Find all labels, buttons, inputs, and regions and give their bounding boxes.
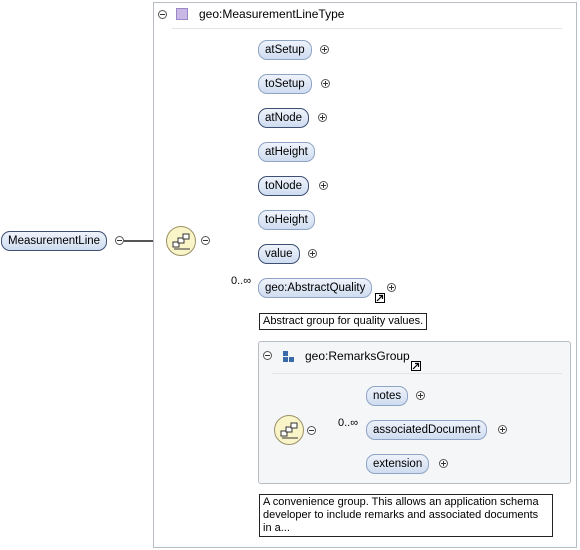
complex-type-title: geo:MeasurementLineType: [199, 7, 345, 21]
element-atnode[interactable]: atNode: [258, 108, 310, 128]
remarks-sequence-collapse-icon[interactable]: [307, 426, 316, 435]
reference-arrow-icon: [375, 293, 385, 303]
element-tonode[interactable]: toNode: [258, 176, 310, 196]
element-value[interactable]: value: [258, 244, 300, 264]
abstract-quality-expand-icon[interactable]: [387, 283, 396, 292]
measurement-line-element[interactable]: MeasurementLine: [1, 231, 108, 251]
tosetup-expand-icon[interactable]: [321, 79, 330, 88]
element-extension[interactable]: extension: [366, 454, 430, 474]
extension-expand-icon[interactable]: [439, 459, 448, 468]
associated-document-cardinality: 0..∞: [338, 417, 359, 429]
sequence-icon: [280, 422, 298, 439]
element-toheight[interactable]: toHeight: [258, 210, 315, 230]
abstract-quality-cardinality: 0..∞: [231, 275, 252, 287]
group-reference-arrow-icon: [411, 361, 421, 371]
element-notes[interactable]: notes: [366, 386, 409, 406]
value-expand-icon[interactable]: [308, 249, 317, 258]
remarks-group-collapse-icon[interactable]: [263, 351, 272, 360]
remarks-group-header-divider: [272, 373, 562, 374]
complex-type-icon: [176, 8, 188, 20]
sequence-collapse-icon[interactable]: [201, 236, 210, 245]
remarks-sequence-compositor[interactable]: [274, 415, 304, 445]
complex-type-header-divider: [172, 28, 562, 29]
element-tosetup[interactable]: toSetup: [258, 74, 312, 94]
complex-type-collapse-icon[interactable]: [158, 10, 167, 19]
measurement-line-collapse-icon[interactable]: [115, 236, 124, 245]
remarks-group-annotation: A convenience group. This allows an appl…: [259, 494, 553, 537]
notes-expand-icon[interactable]: [416, 391, 425, 400]
element-associated-document[interactable]: associatedDocument: [366, 420, 488, 440]
tonode-expand-icon[interactable]: [319, 181, 328, 190]
sequence-compositor[interactable]: [166, 226, 196, 256]
atsetup-expand-icon[interactable]: [320, 45, 329, 54]
remarks-group-title: geo:RemarksGroup: [305, 349, 410, 363]
element-atsetup[interactable]: atSetup: [258, 40, 312, 60]
element-atheight[interactable]: atHeight: [258, 142, 315, 162]
associated-document-expand-icon[interactable]: [498, 425, 507, 434]
abstract-quality-annotation: Abstract group for quality values.: [259, 313, 428, 330]
element-abstract-quality[interactable]: geo:AbstractQuality: [258, 278, 373, 298]
atnode-expand-icon[interactable]: [318, 113, 327, 122]
sequence-icon: [172, 233, 190, 250]
group-icon: [283, 351, 295, 363]
